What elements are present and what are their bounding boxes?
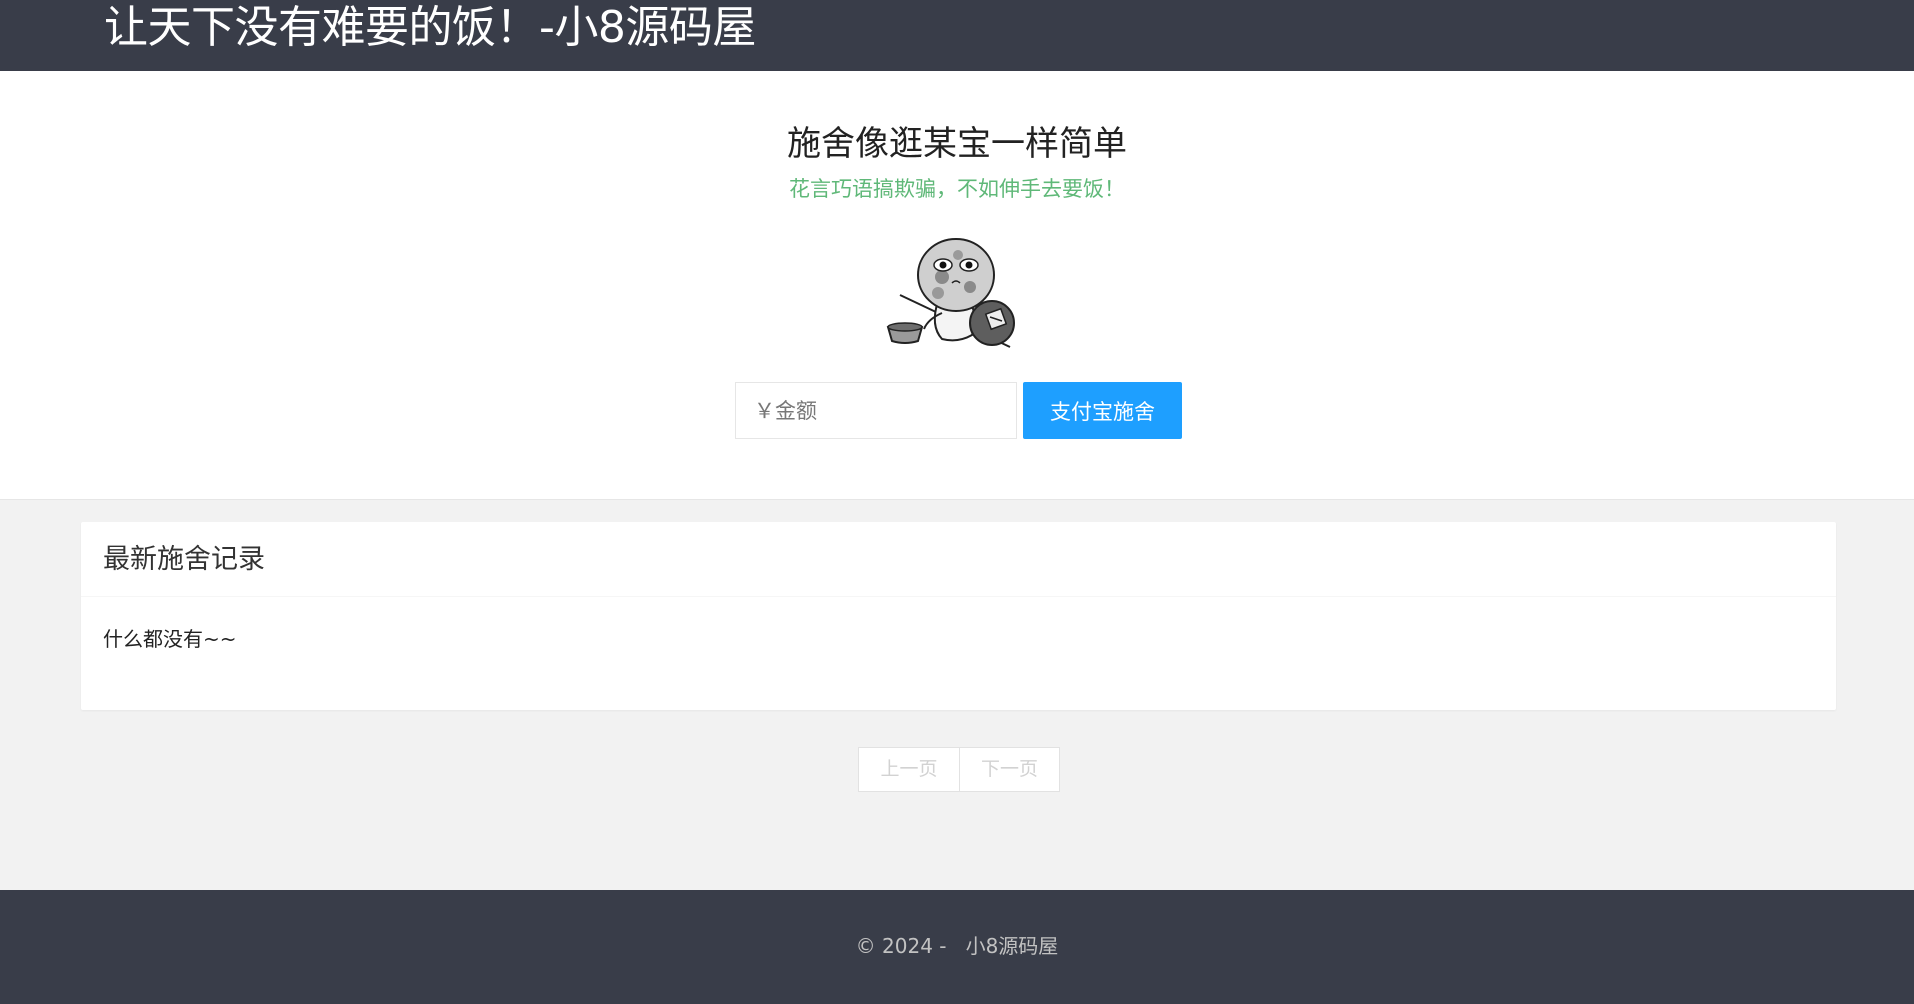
next-page-button[interactable]: 下一页 [959, 748, 1059, 791]
footer: © 2024 - 小8源码屋 [0, 890, 1914, 1004]
records-empty-text: 什么都没有~~ [103, 627, 237, 651]
prev-page-button[interactable]: 上一页 [859, 748, 959, 791]
hero-subtitle: 花言巧语搞欺骗，不如伸手去要饭！ [789, 177, 1125, 201]
amount-input[interactable] [735, 382, 1017, 439]
alipay-donate-button[interactable]: 支付宝施舍 [1023, 382, 1182, 439]
donation-hero: 施舍像逛某宝一样简单 花言巧语搞欺骗，不如伸手去要饭！ 支付宝施舍 [0, 71, 1914, 500]
hero-title: 施舍像逛某宝一样简单 [787, 124, 1127, 164]
footer-copyright: © 2024 - 小8源码屋 [855, 934, 1059, 958]
top-header: 让天下没有难要的饭！-小8源码屋 [0, 0, 1914, 71]
records-card: 最新施舍记录 什么都没有~~ [81, 522, 1836, 710]
records-title: 最新施舍记录 [81, 522, 1836, 597]
beggar-illustration [886, 238, 1015, 348]
site-title: 让天下没有难要的饭！-小8源码屋 [104, 2, 756, 53]
pagination: 上一页 下一页 [858, 747, 1060, 792]
